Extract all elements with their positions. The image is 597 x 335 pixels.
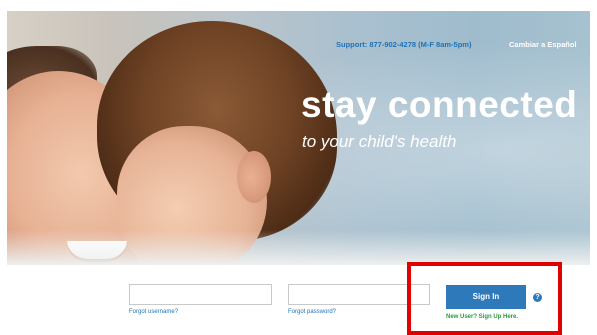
- child-ear: [237, 151, 271, 203]
- forgot-password-link[interactable]: Forgot password?: [288, 309, 336, 315]
- forgot-username-link[interactable]: Forgot username?: [129, 309, 178, 315]
- password-input[interactable]: [288, 284, 430, 305]
- sign-in-button[interactable]: Sign In: [446, 285, 526, 309]
- help-icon[interactable]: ?: [533, 293, 542, 302]
- hero-headline: stay connected: [301, 84, 578, 125]
- hero-photo: [7, 11, 590, 265]
- username-input[interactable]: [129, 284, 272, 305]
- sign-up-link[interactable]: New User? Sign Up Here.: [446, 314, 518, 320]
- hero-subline: to your child's health: [302, 132, 457, 151]
- hero-fade: [7, 230, 590, 265]
- support-phone-link[interactable]: Support: 877-902-4278 (M-F 8am-5pm): [336, 40, 471, 49]
- language-link[interactable]: Cambiar a Español: [509, 40, 577, 49]
- login-page: Support: 877-902-4278 (M-F 8am-5pm) Camb…: [0, 0, 597, 335]
